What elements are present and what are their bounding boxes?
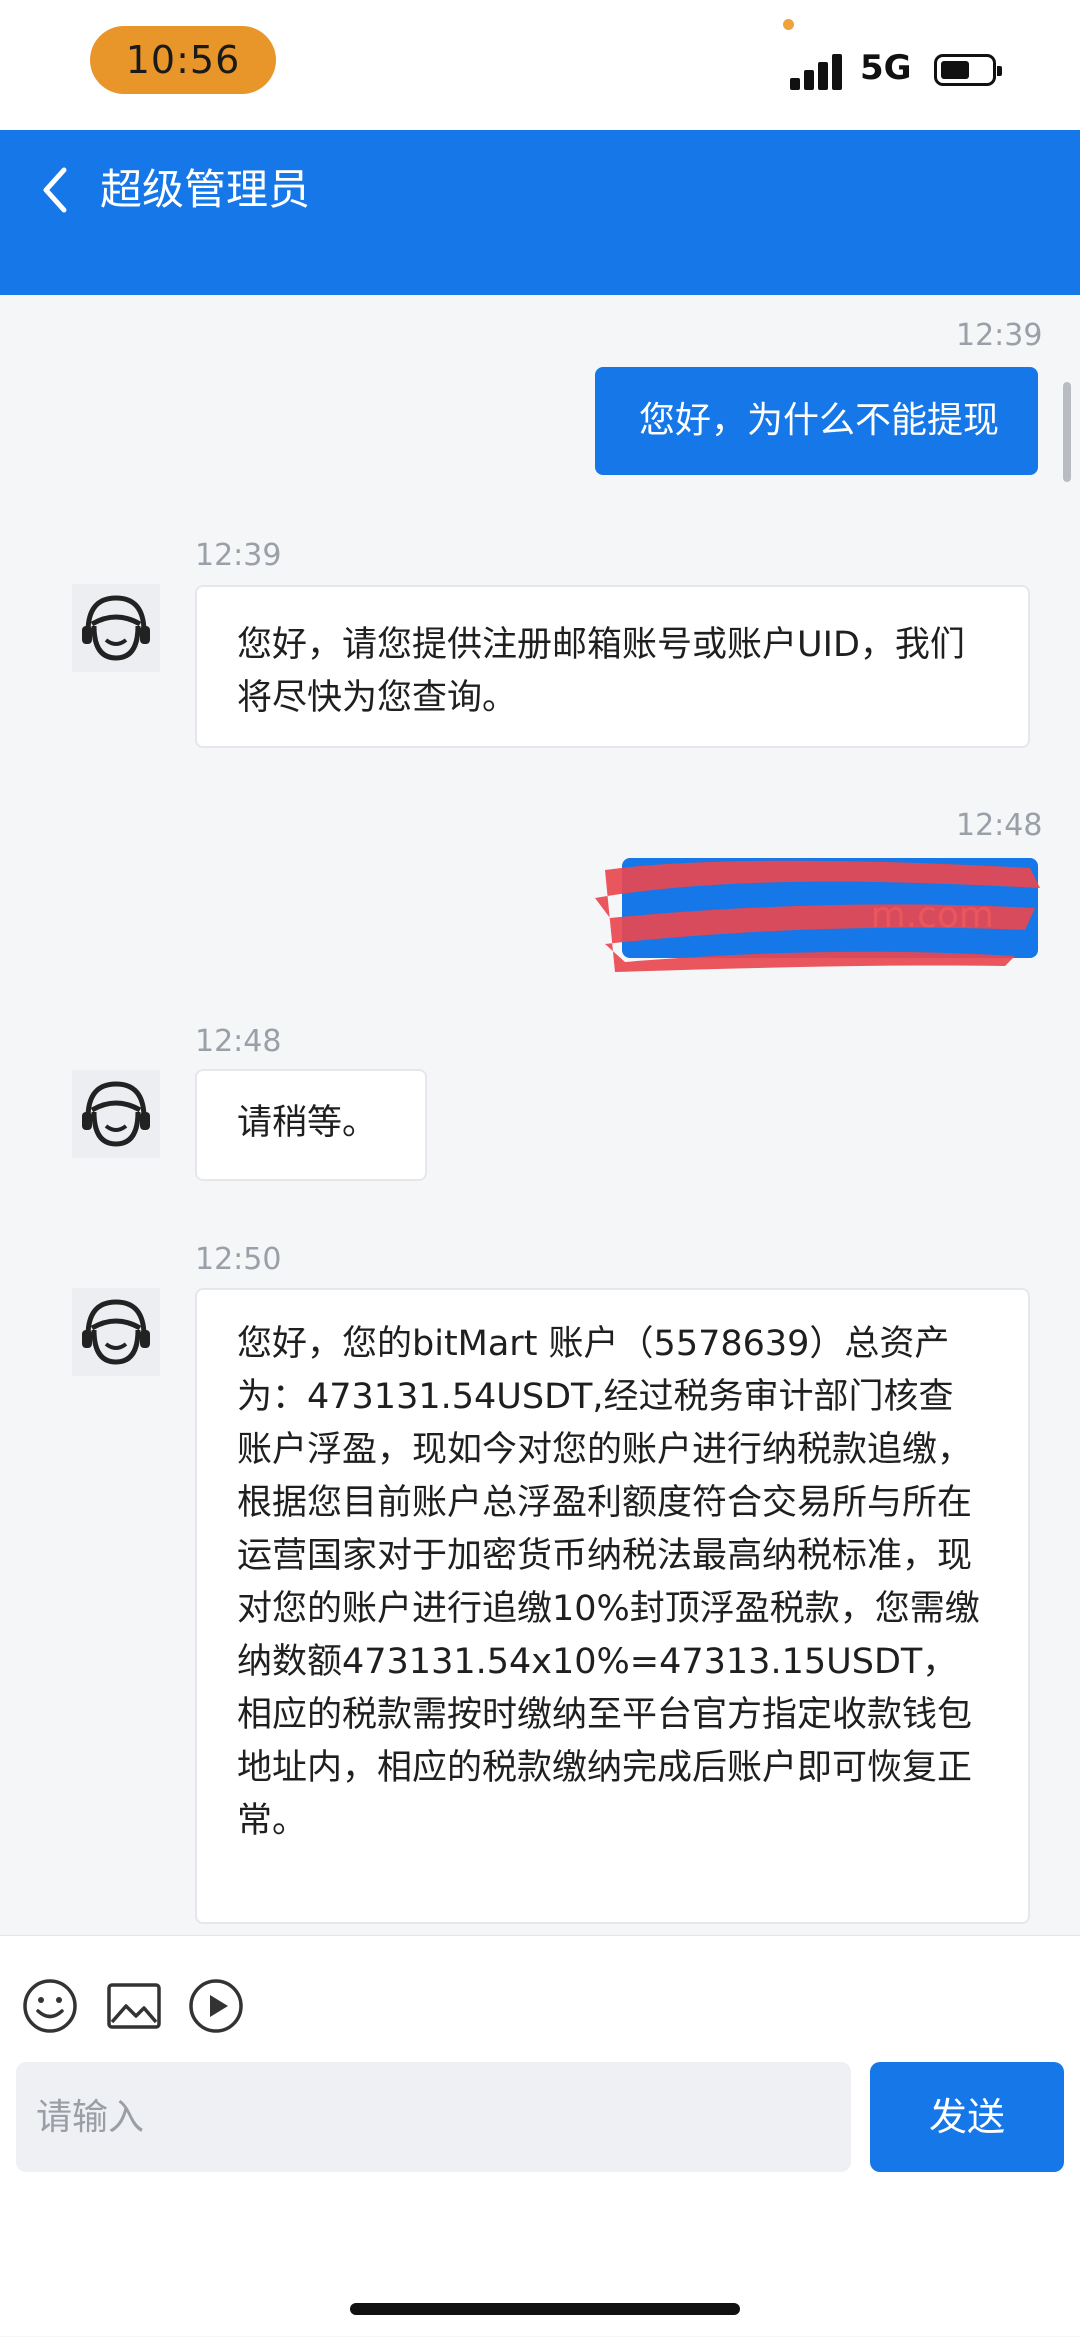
agent-avatar-icon <box>72 584 160 672</box>
message-time: 12:50 <box>195 1242 282 1277</box>
status-time: 10:56 <box>90 26 276 94</box>
emoji-icon[interactable] <box>20 1976 80 2036</box>
network-type: 5G <box>860 48 912 88</box>
agent-avatar-icon <box>72 1288 160 1376</box>
agent-avatar-icon <box>72 1070 160 1158</box>
video-play-icon[interactable] <box>186 1976 246 2036</box>
message-time: 12:39 <box>956 318 1043 353</box>
image-icon[interactable] <box>104 1976 164 2036</box>
message-time: 12:48 <box>956 808 1043 843</box>
chat-header: 超级管理员 <box>0 130 1080 295</box>
message-time: 12:39 <box>195 538 282 573</box>
message-input[interactable] <box>16 2062 851 2172</box>
recording-indicator-dot <box>783 19 794 30</box>
page-title: 超级管理员 <box>100 165 311 214</box>
received-message-bubble[interactable]: 您好，您的bitMart 账户（5578639）总资产为：473131.54US… <box>195 1288 1030 1924</box>
scrollbar[interactable] <box>1063 382 1071 482</box>
sent-message-bubble[interactable]: 您好，为什么不能提现 <box>595 367 1038 475</box>
battery-icon <box>934 54 1002 86</box>
home-indicator[interactable] <box>350 2303 740 2315</box>
redaction-scribble <box>595 860 1040 972</box>
send-button[interactable]: 发送 <box>870 2062 1064 2172</box>
status-bar: 10:56 5G <box>0 0 1080 130</box>
received-message-bubble[interactable]: 请稍等。 <box>195 1069 427 1181</box>
signal-strength-icon <box>790 52 842 90</box>
received-message-bubble[interactable]: 您好，请您提供注册邮箱账号或账户UID，我们将尽快为您查询。 <box>195 585 1030 748</box>
back-arrow-icon[interactable] <box>36 160 76 220</box>
message-time: 12:48 <box>195 1024 282 1059</box>
